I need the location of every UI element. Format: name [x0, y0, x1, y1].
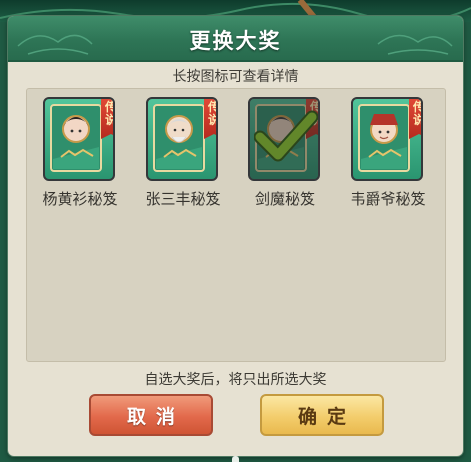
legend-badge: 传说 — [101, 99, 113, 139]
reward-icon[interactable]: 传说 — [146, 97, 218, 181]
swordsman-portrait-icon — [255, 104, 307, 172]
reward-label: 张三丰秘笈 — [145, 190, 221, 208]
legend-badge: 传说 — [204, 99, 216, 139]
long-press-hint: 长按图标可查看详情 — [172, 69, 299, 85]
reward-icon[interactable]: 传说 — [43, 97, 115, 181]
selection-note: 自选大奖后，将只出所选大奖 — [144, 372, 327, 388]
reward-label: 韦爵爷秘笈 — [350, 190, 426, 208]
reward-label: 杨黄衫秘笈 — [42, 190, 118, 208]
legend-badge: 传说 — [306, 99, 318, 139]
cancel-button[interactable]: 取消 — [89, 394, 213, 436]
dialog-title: 更换大奖 — [189, 29, 282, 53]
selected-check-icon — [254, 110, 318, 162]
dialog-title-bar: 更换大奖 — [8, 16, 463, 62]
reward-icon[interactable]: 传说 — [351, 97, 423, 181]
legend-badge: 传说 — [409, 99, 421, 139]
reward-icon[interactable]: 传说 — [248, 97, 320, 181]
home-indicator — [232, 456, 239, 462]
reward-label: 剑魔秘笈 — [254, 190, 315, 208]
confirm-button[interactable]: 确定 — [260, 394, 384, 436]
